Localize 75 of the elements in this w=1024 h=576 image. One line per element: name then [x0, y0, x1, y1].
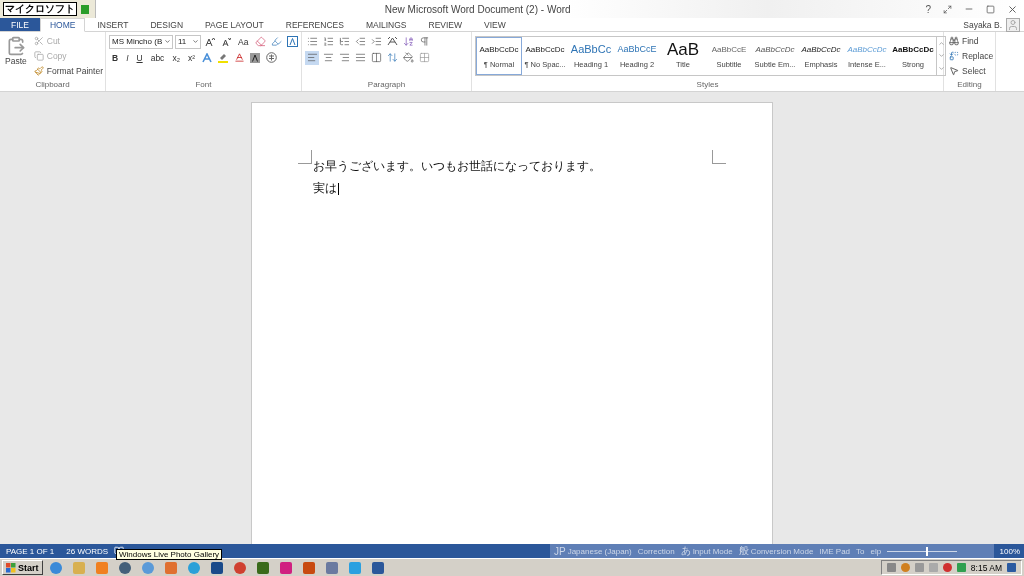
paste-button[interactable]: Paste — [3, 34, 29, 80]
taskbar-app-icon[interactable] — [256, 561, 269, 574]
taskbar-app-icon[interactable] — [325, 561, 338, 574]
ribbon-tab[interactable]: MAILINGS — [355, 18, 417, 31]
group-label: Styles — [695, 80, 720, 91]
document-paragraph: お早うございます。いつもお世話になっております。 — [313, 159, 601, 174]
change-case-button[interactable]: Aa — [235, 34, 252, 49]
text-effects-icon[interactable] — [200, 50, 215, 65]
ribbon-tab[interactable]: INSERT — [87, 18, 139, 31]
paintbrush-icon — [33, 66, 44, 76]
ime-icon[interactable] — [80, 3, 90, 15]
help-button[interactable]: ? — [919, 3, 937, 15]
select-button[interactable]: Select — [947, 64, 996, 78]
ribbon-tab[interactable]: VIEW — [474, 18, 516, 31]
align-button[interactable] — [369, 50, 383, 65]
ribbon-tab[interactable]: DESIGN — [140, 18, 194, 31]
ribbon-tab[interactable]: HOME — [39, 18, 86, 32]
start-button[interactable]: Start — [2, 560, 43, 575]
group-label: Font — [194, 80, 213, 91]
user-name[interactable]: Sayaka B. — [963, 19, 1002, 30]
numbering-icon[interactable] — [321, 34, 335, 49]
replace-icon — [949, 51, 959, 61]
word-count: 26 WORDS — [65, 546, 110, 556]
font-name-field[interactable]: MS Mincho (B — [109, 34, 173, 49]
font-size-field[interactable]: 11 — [175, 34, 201, 49]
window-title: New Microsoft Word Document (2) - Word — [383, 3, 572, 15]
zoom-thumb[interactable] — [925, 546, 928, 556]
paint-bucket-icon[interactable] — [401, 50, 415, 65]
margin-corner-mark — [712, 150, 726, 164]
dropdown-icon — [192, 38, 199, 45]
language-bar-glyph: あ — [680, 544, 691, 558]
windows-logo — [6, 562, 16, 573]
clock: 8:15 AM — [970, 562, 1002, 573]
zoom-level: 100% — [999, 546, 1020, 556]
margin-corner-mark — [298, 150, 312, 164]
language-bar-glyph: 般 — [738, 544, 749, 558]
scissors-icon — [33, 36, 44, 46]
copy-icon — [33, 51, 44, 61]
taskbar-app-icon[interactable] — [233, 561, 246, 574]
borders-icon[interactable] — [417, 50, 431, 65]
gallery-scroll-buttons[interactable] — [936, 37, 945, 75]
pointer-icon — [949, 66, 959, 76]
sort-icon[interactable] — [401, 34, 415, 49]
format-button[interactable]: x₂ — [169, 50, 183, 65]
align-button[interactable] — [305, 50, 319, 65]
taskbar-app-icon[interactable] — [279, 561, 292, 574]
document-paragraph: 実は — [313, 181, 339, 196]
format-button[interactable]: abc — [147, 50, 168, 65]
shading-icon[interactable] — [248, 50, 263, 65]
group-label: Clipboard — [34, 80, 71, 91]
format-button[interactable]: U — [133, 50, 146, 65]
taskbar-app-icon[interactable] — [371, 561, 384, 574]
format-button[interactable]: B — [109, 50, 122, 65]
dropdown-icon — [164, 38, 171, 45]
taskbar-app-icon[interactable] — [302, 561, 315, 574]
ime-label[interactable]: マイクロソフト — [3, 2, 77, 16]
ribbon-tab[interactable]: FILE — [0, 18, 40, 31]
binoculars-icon — [949, 36, 959, 46]
character-border-icon[interactable] — [285, 34, 300, 49]
ribbon-tab[interactable]: PAGE LAYOUT — [195, 18, 274, 31]
ribbon-tab[interactable]: REFERENCES — [275, 18, 354, 31]
format-button[interactable]: x² — [184, 50, 199, 65]
find-button[interactable]: Find — [947, 34, 996, 48]
language-bar-glyph: JP — [554, 545, 566, 557]
taskbar-app-icon[interactable] — [210, 561, 223, 574]
ribbon-tab[interactable]: REVIEW — [418, 18, 473, 31]
format-painter-button[interactable]: Format Painter — [31, 64, 105, 78]
page-count: PAGE 1 OF 1 — [5, 546, 56, 556]
enclose-characters-icon[interactable] — [264, 50, 279, 65]
group-label: Paragraph — [366, 80, 407, 91]
format-button[interactable]: I — [123, 50, 132, 65]
font-color-icon[interactable] — [232, 50, 247, 65]
replace-button[interactable]: Replace — [947, 49, 996, 63]
group-label: Editing — [956, 80, 983, 91]
taskbar-app-icon[interactable] — [118, 561, 131, 574]
